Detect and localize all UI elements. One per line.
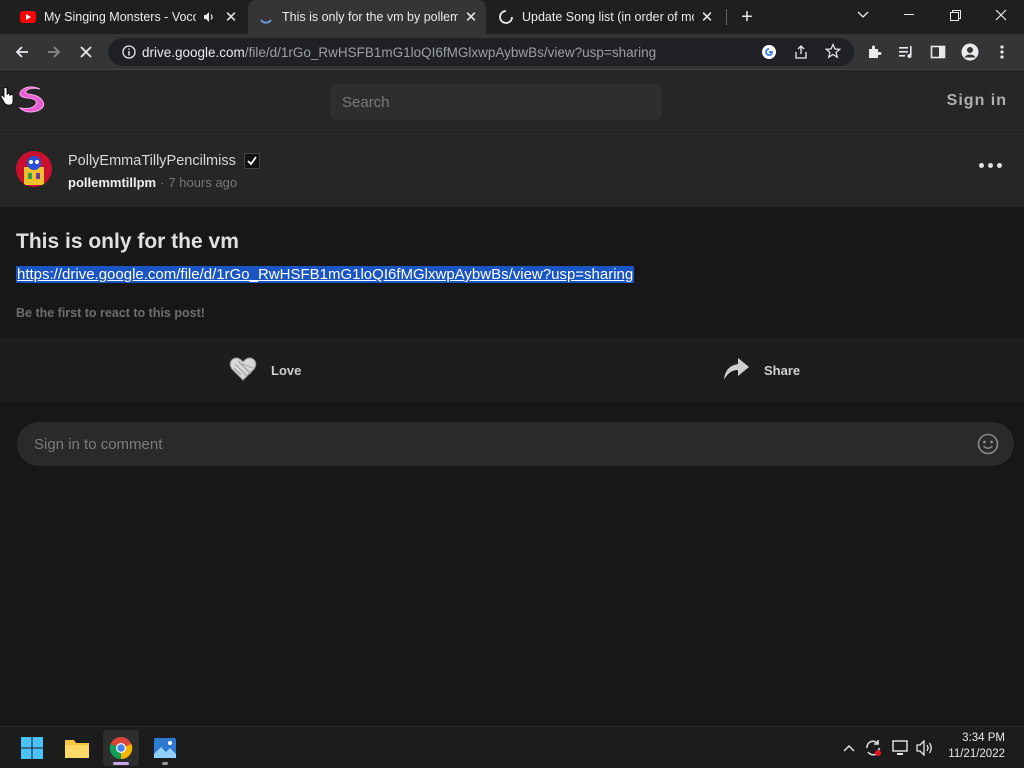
profile-avatar-icon[interactable]	[956, 38, 984, 66]
author-username[interactable]: pollemmtillpm	[68, 175, 156, 190]
browser-toolbar: drive.google.com/file/d/1rGo_RwHSFB1mG1l…	[0, 34, 1024, 70]
tab-separator	[726, 9, 727, 25]
tab-close-icon[interactable]: ✕	[462, 8, 480, 26]
comment-placeholder: Sign in to comment	[34, 435, 163, 453]
meta-separator: ·	[160, 175, 165, 190]
sync-icon[interactable]	[862, 727, 884, 768]
google-lens-icon[interactable]	[761, 44, 777, 65]
show-hidden-icons-chevron[interactable]	[840, 727, 858, 768]
url-path: /file/d/1rGo_RwHSFB1mG1loQI6fMGlxwpAybwB…	[244, 44, 657, 60]
tab-search-chevron-icon[interactable]	[840, 0, 886, 30]
back-button[interactable]	[8, 38, 36, 66]
media-control-icon[interactable]	[892, 38, 920, 66]
tab-close-icon[interactable]: ✕	[698, 8, 716, 26]
side-panel-icon[interactable]	[924, 38, 952, 66]
tab-close-icon[interactable]: ✕	[222, 8, 240, 26]
loading-icon	[498, 9, 514, 25]
tab-update-song-list[interactable]: Update Song list (in order of mo ✕	[488, 0, 722, 34]
love-button[interactable]: Love	[229, 356, 301, 385]
tab-this-is-only-for-the-vm[interactable]: This is only for the vm by pollem ✕	[248, 0, 486, 34]
clock-date: 11/21/2022	[948, 748, 1005, 760]
chrome-menu-icon[interactable]	[988, 38, 1016, 66]
site-info-icon[interactable]	[116, 45, 142, 59]
taskbar-clock[interactable]: 3:34 PM 11/21/2022	[948, 730, 1005, 762]
bookmark-star-icon[interactable]	[824, 43, 842, 64]
site-header: Search Sign in	[0, 70, 1024, 134]
reaction-note: Be the first to react to this post!	[16, 306, 205, 320]
display-name-text: PollyEmmaTillyPencilmiss	[68, 153, 236, 169]
sign-in-button[interactable]: Sign in	[947, 92, 1007, 110]
emoji-icon[interactable]	[977, 433, 999, 455]
speaker-icon[interactable]	[200, 11, 218, 23]
post-actions-bar: Love Share	[0, 338, 1024, 402]
volume-icon[interactable]	[914, 727, 936, 768]
tab-title: My Singing Monsters - Voco	[44, 10, 196, 24]
running-app-indicator	[162, 762, 168, 765]
post-meta: pollemmtillpm · 7 hours ago	[68, 175, 237, 190]
hand-cursor-icon	[0, 87, 14, 107]
tab-strip: My Singing Monsters - Voco ✕ This is onl…	[0, 0, 1024, 34]
post-title: This is only for the vm	[16, 230, 239, 253]
windows-taskbar: 3:34 PM 11/21/2022	[0, 726, 1024, 768]
url-text: drive.google.com/file/d/1rGo_RwHSFB1mG1l…	[142, 45, 656, 60]
forward-button[interactable]	[40, 38, 68, 66]
new-tab-button[interactable]: +	[735, 5, 759, 29]
clock-time: 3:34 PM	[962, 732, 1005, 744]
photos-app-icon[interactable]	[147, 730, 183, 766]
share-arrow-icon	[722, 356, 750, 385]
web-page: Search Sign in PollyEmmaTillyPencilmiss …	[0, 70, 1024, 726]
start-button[interactable]	[14, 730, 50, 766]
verified-check-icon	[243, 153, 260, 169]
more-options-icon[interactable]	[979, 163, 1002, 168]
tab-title: Update Song list (in order of mo	[522, 10, 694, 24]
close-window-button[interactable]	[978, 0, 1024, 30]
network-icon[interactable]	[889, 727, 911, 768]
post-author-bar: PollyEmmaTillyPencilmiss pollemmtillpm · 7…	[0, 134, 1024, 207]
share-page-icon[interactable]	[793, 44, 809, 65]
file-explorer-icon[interactable]	[59, 730, 95, 766]
comment-input[interactable]: Sign in to comment	[17, 422, 1014, 466]
stop-loading-button[interactable]	[72, 38, 100, 66]
tab-my-singing-monsters[interactable]: My Singing Monsters - Voco ✕	[12, 0, 246, 34]
url-host: drive.google.com	[142, 44, 245, 60]
minimize-button[interactable]	[886, 0, 932, 30]
post-timestamp: 7 hours ago	[168, 175, 238, 190]
address-bar[interactable]: drive.google.com/file/d/1rGo_RwHSFB1mG1l…	[108, 38, 854, 66]
author-display-name[interactable]: PollyEmmaTillyPencilmiss	[68, 153, 260, 169]
heart-icon	[229, 356, 257, 385]
love-label: Love	[271, 363, 302, 378]
share-button[interactable]: Share	[722, 356, 800, 385]
active-app-indicator	[113, 762, 129, 765]
tab-title: This is only for the vm by pollem	[282, 10, 458, 24]
loading-spinner-icon	[258, 9, 274, 25]
site-logo[interactable]	[14, 82, 48, 116]
share-label: Share	[764, 363, 801, 378]
restore-button[interactable]	[932, 0, 978, 30]
post-link[interactable]: https://drive.google.com/file/d/1rGo_RwH…	[16, 266, 635, 283]
youtube-icon	[20, 9, 36, 25]
extensions-icon[interactable]	[860, 38, 888, 66]
chrome-taskbar-icon[interactable]	[103, 730, 139, 766]
author-avatar[interactable]	[16, 151, 52, 187]
search-placeholder: Search	[342, 93, 390, 111]
site-search-input[interactable]: Search	[330, 84, 662, 120]
